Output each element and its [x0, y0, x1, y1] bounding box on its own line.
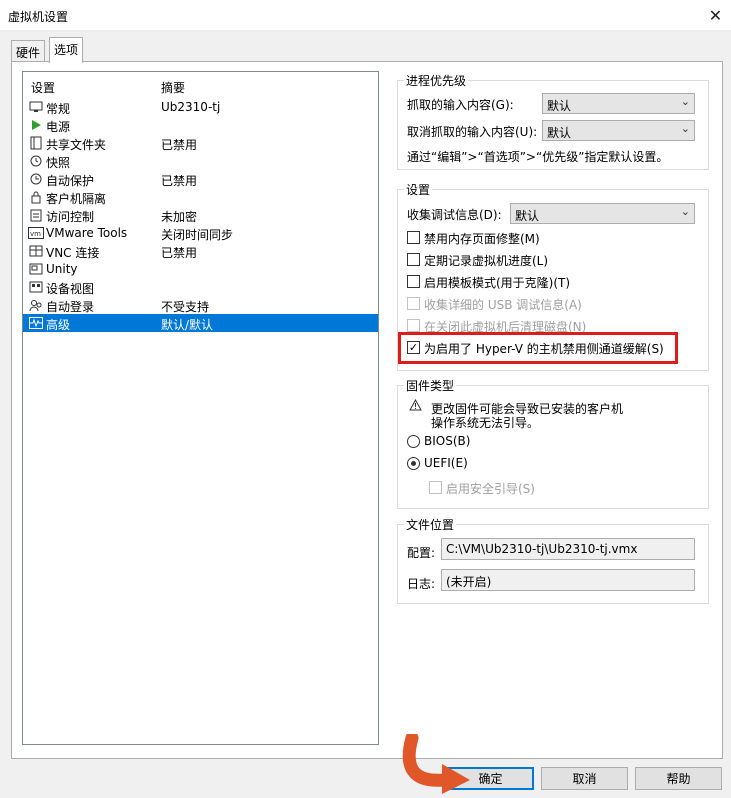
- lock-icon: [28, 189, 44, 205]
- radio-button-selected[interactable]: [407, 457, 420, 470]
- clock-icon: [28, 171, 44, 187]
- list-item-unity[interactable]: Unity: [23, 260, 378, 278]
- firmware-group-title: 固件类型: [404, 377, 457, 394]
- list-item-shared-folders[interactable]: 共享文件夹 已禁用: [23, 134, 378, 152]
- checkbox-box[interactable]: [407, 231, 420, 244]
- unity-icon: [28, 261, 44, 277]
- grab-input-select[interactable]: 默认 ⌄: [542, 93, 695, 114]
- chevron-down-icon: ⌄: [680, 205, 690, 218]
- annotation-arrow-icon: [402, 734, 470, 794]
- firmware-warning-line-2: 操作系统无法引导。: [431, 416, 540, 430]
- help-button[interactable]: 帮助: [635, 767, 722, 790]
- list-item-vmware-tools[interactable]: vm VMware Tools 关闭时间同步: [23, 224, 378, 242]
- vmware-tools-icon: vm: [28, 225, 44, 241]
- column-header-setting: 设置: [31, 81, 56, 95]
- checkbox-box: [407, 297, 420, 310]
- checkbox-box: [407, 319, 420, 332]
- snapshot-icon: [28, 153, 44, 169]
- list-item-general[interactable]: 常规 Ub2310-tj: [23, 98, 378, 116]
- tab-options[interactable]: 选项: [49, 37, 84, 63]
- column-header-summary: 摘要: [161, 81, 186, 95]
- checkbox-box[interactable]: [407, 275, 420, 288]
- checkbox-box[interactable]: [407, 253, 420, 266]
- waveform-icon: [28, 315, 44, 331]
- list-item-autoprotect[interactable]: 自动保护 已禁用: [23, 170, 378, 188]
- radio-button[interactable]: [407, 435, 420, 448]
- ungrab-input-label: 取消抓取的输入内容(U):: [407, 125, 538, 139]
- window-title: 虚拟机设置: [8, 10, 69, 24]
- priority-group-title: 进程优先级: [404, 72, 469, 89]
- chevron-down-icon: ⌄: [680, 95, 690, 108]
- checkbox-box: [429, 481, 442, 494]
- ungrab-input-select[interactable]: 默认 ⌄: [542, 120, 695, 141]
- title-bar: 虚拟机设置 ✕: [0, 0, 731, 30]
- tab-hardware[interactable]: 硬件: [11, 40, 46, 62]
- shared-folder-icon: [28, 135, 44, 151]
- settings-group-title: 设置: [404, 181, 433, 198]
- grab-input-label: 抓取的输入内容(G):: [407, 98, 514, 112]
- warning-icon: [409, 398, 422, 414]
- priority-hint: 通过“编辑”>“首选项”>“优先级”指定默认设置。: [407, 150, 669, 164]
- list-item-snapshots[interactable]: 快照: [23, 152, 378, 170]
- annotation-highlight-box: [398, 332, 678, 364]
- list-item-advanced[interactable]: 高级 默认/默认: [23, 314, 378, 332]
- config-label: 配置:: [407, 546, 436, 560]
- debug-info-select[interactable]: 默认 ⌄: [510, 203, 695, 224]
- settings-list[interactable]: 设置 摘要 常规 Ub2310-tj 电源 共享文件夹 已禁用 快照 自动保护 …: [22, 71, 379, 745]
- svg-text:vm: vm: [30, 230, 41, 238]
- file-location-group: 文件位置: [397, 516, 709, 604]
- log-path-field[interactable]: (未开启): [441, 569, 695, 591]
- users-icon: [28, 297, 44, 313]
- list-item-autologin[interactable]: 自动登录 不受支持: [23, 296, 378, 314]
- cancel-button[interactable]: 取消: [541, 767, 628, 790]
- close-icon[interactable]: ✕: [700, 0, 731, 30]
- debug-info-label: 收集调试信息(D):: [407, 208, 502, 222]
- list-item-device-view[interactable]: 设备视图: [23, 278, 378, 296]
- file-location-group-title: 文件位置: [404, 516, 457, 533]
- monitor-icon: [28, 99, 44, 115]
- config-path-field[interactable]: C:\VM\Ub2310-tj\Ub2310-tj.vmx: [441, 538, 695, 560]
- vnc-icon: [28, 243, 44, 259]
- power-play-icon: [28, 117, 44, 133]
- device-view-icon: [28, 279, 44, 295]
- access-control-icon: [28, 207, 44, 223]
- list-item-isolation[interactable]: 客户机隔离: [23, 188, 378, 206]
- list-header: 设置 摘要: [23, 72, 378, 98]
- log-label: 日志:: [407, 577, 436, 591]
- list-item-access-control[interactable]: 访问控制 未加密: [23, 206, 378, 224]
- chevron-down-icon: ⌄: [680, 122, 690, 135]
- list-item-vnc[interactable]: VNC 连接 已禁用: [23, 242, 378, 260]
- list-item-power[interactable]: 电源: [23, 116, 378, 134]
